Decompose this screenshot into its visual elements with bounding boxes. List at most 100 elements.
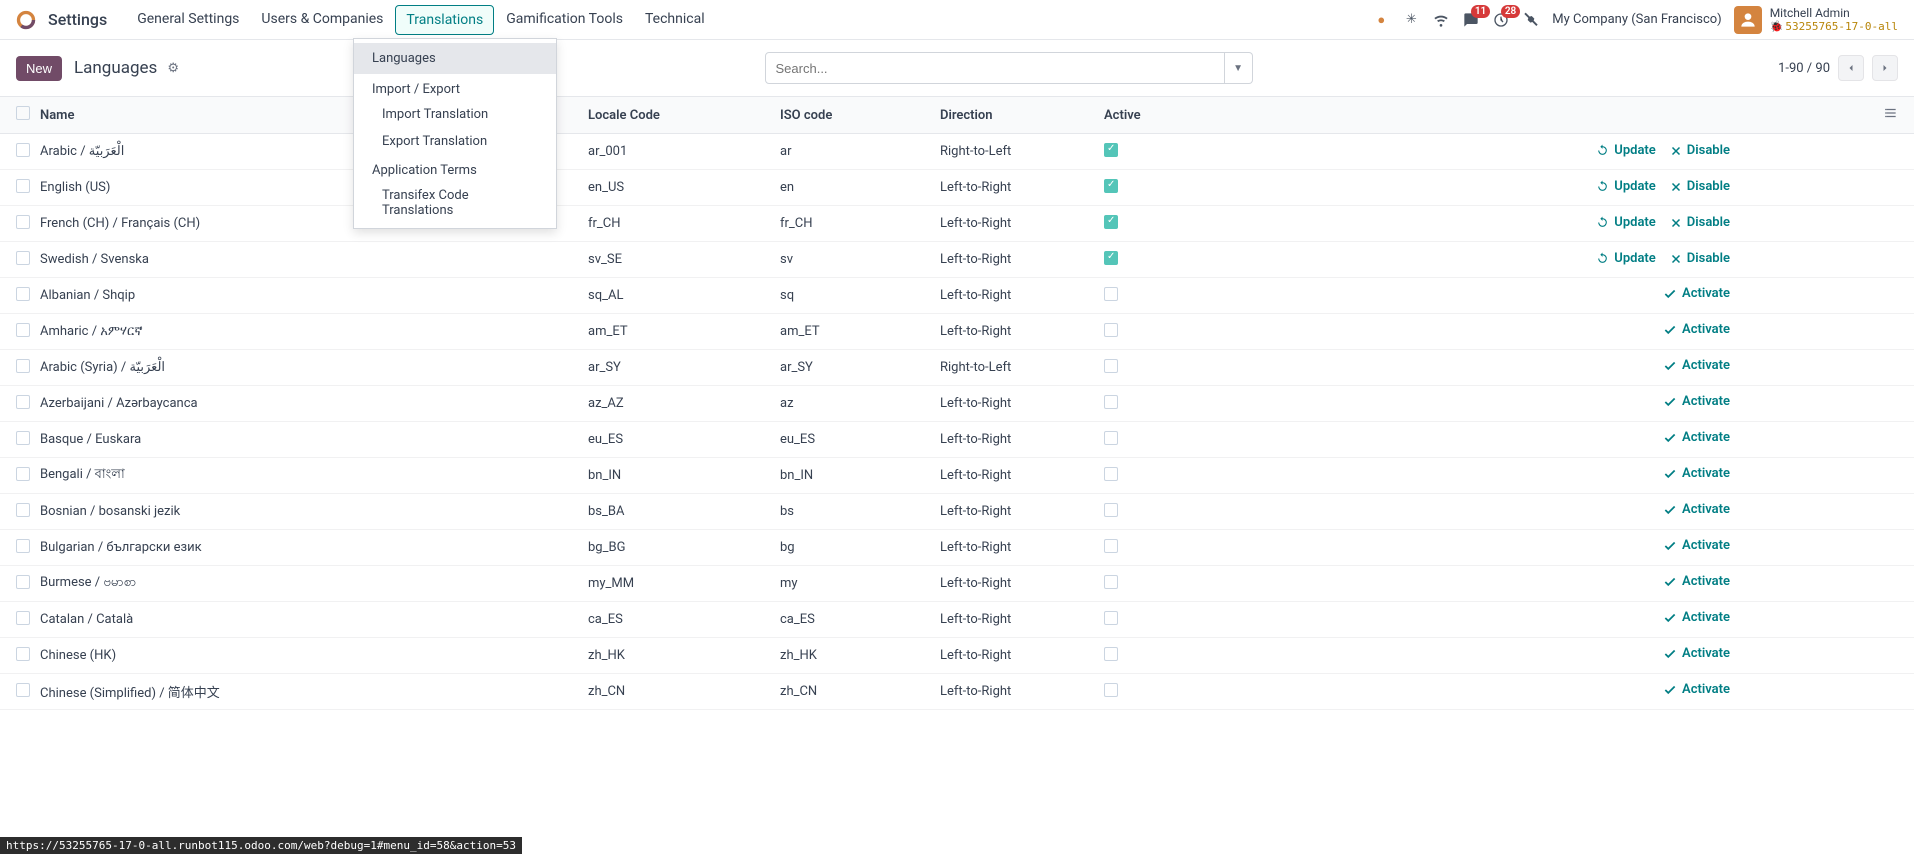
row-checkbox[interactable]	[16, 323, 30, 337]
activate-button[interactable]: Activate	[1663, 646, 1730, 661]
row-checkbox[interactable]	[16, 215, 30, 229]
row-checkbox[interactable]	[16, 395, 30, 409]
table-row[interactable]: French (CH) / Français (CH)fr_CHfr_CHLef…	[0, 206, 1914, 242]
disable-button[interactable]: Disable	[1670, 179, 1730, 194]
nav-item-users-companies[interactable]: Users & Companies	[251, 5, 393, 35]
table-row[interactable]: Arabic (Syria) / الْعَرَبيّةar_SYar_SYRi…	[0, 350, 1914, 386]
pager-next[interactable]	[1872, 55, 1898, 81]
active-checkbox[interactable]	[1104, 251, 1118, 265]
col-dir[interactable]: Direction	[940, 108, 1104, 123]
pager-prev[interactable]	[1838, 55, 1864, 81]
row-checkbox[interactable]	[16, 251, 30, 265]
row-checkbox[interactable]	[16, 503, 30, 517]
table-row[interactable]: Bosnian / bosanski jezikbs_BAbsLeft-to-R…	[0, 494, 1914, 530]
messages-icon[interactable]: 11	[1462, 11, 1480, 29]
row-checkbox[interactable]	[16, 467, 30, 481]
tools-icon[interactable]	[1522, 11, 1540, 29]
app-logo-icon[interactable]	[16, 10, 36, 30]
update-button[interactable]: Update	[1596, 215, 1656, 230]
active-checkbox[interactable]	[1104, 215, 1118, 229]
search-toggle[interactable]: ▼	[1225, 52, 1253, 84]
table-row[interactable]: Catalan / Catalàca_ESca_ESLeft-to-RightA…	[0, 602, 1914, 638]
search-input[interactable]	[765, 52, 1225, 84]
nav-item-translations[interactable]: Translations	[395, 5, 494, 35]
col-iso[interactable]: ISO code	[780, 108, 940, 123]
dropdown-import-translation[interactable]: Import Translation	[354, 101, 556, 128]
col-active[interactable]: Active	[1104, 108, 1244, 123]
table-row[interactable]: Arabic / الْعَرَبيّةar_001arRight-to-Lef…	[0, 134, 1914, 170]
activity-icon[interactable]: 28	[1492, 11, 1510, 29]
app-name[interactable]: Settings	[48, 10, 107, 29]
user-menu[interactable]: Mitchell Admin 🐞 53255765-17-0-all	[1734, 6, 1898, 34]
active-checkbox[interactable]	[1104, 467, 1118, 481]
activate-button[interactable]: Activate	[1663, 322, 1730, 337]
activate-button[interactable]: Activate	[1663, 538, 1730, 553]
table-row[interactable]: Bengali / বাংলাbn_INbn_INLeft-to-RightAc…	[0, 458, 1914, 494]
active-checkbox[interactable]	[1104, 359, 1118, 373]
table-row[interactable]: Azerbaijani / Azərbaycancaaz_AZazLeft-to…	[0, 386, 1914, 422]
table-row[interactable]: Amharic / አምሃርኛam_ETam_ETLeft-to-RightAc…	[0, 314, 1914, 350]
active-checkbox[interactable]	[1104, 647, 1118, 661]
row-checkbox[interactable]	[16, 683, 30, 697]
active-checkbox[interactable]	[1104, 287, 1118, 301]
active-checkbox[interactable]	[1104, 539, 1118, 553]
row-checkbox[interactable]	[16, 287, 30, 301]
nav-item-general-settings[interactable]: General Settings	[127, 5, 249, 35]
activate-button[interactable]: Activate	[1663, 286, 1730, 301]
active-checkbox[interactable]	[1104, 575, 1118, 589]
status-dot-icon[interactable]: ●	[1372, 11, 1390, 29]
company-switcher[interactable]: My Company (San Francisco)	[1552, 12, 1721, 27]
row-checkbox[interactable]	[16, 575, 30, 589]
active-checkbox[interactable]	[1104, 395, 1118, 409]
nav-item-technical[interactable]: Technical	[635, 5, 715, 35]
activate-button[interactable]: Activate	[1663, 466, 1730, 481]
row-checkbox[interactable]	[16, 647, 30, 661]
disable-button[interactable]: Disable	[1670, 251, 1730, 266]
table-row[interactable]: Swedish / Svenskasv_SEsvLeft-to-RightUpd…	[0, 242, 1914, 278]
bug-icon[interactable]: ✳	[1402, 11, 1420, 29]
optional-columns-icon[interactable]	[1884, 108, 1898, 124]
row-checkbox[interactable]	[16, 179, 30, 193]
disable-button[interactable]: Disable	[1670, 215, 1730, 230]
active-checkbox[interactable]	[1104, 431, 1118, 445]
update-button[interactable]: Update	[1596, 143, 1656, 158]
cell-name: Bulgarian / български език	[40, 540, 588, 555]
row-checkbox[interactable]	[16, 539, 30, 553]
select-all-checkbox[interactable]	[16, 106, 30, 120]
disable-button[interactable]: Disable	[1670, 143, 1730, 158]
row-checkbox[interactable]	[16, 431, 30, 445]
dropdown-languages[interactable]: Languages	[354, 43, 556, 74]
active-checkbox[interactable]	[1104, 323, 1118, 337]
new-button[interactable]: New	[16, 56, 62, 81]
activate-button[interactable]: Activate	[1663, 610, 1730, 625]
col-locale[interactable]: Locale Code	[588, 108, 780, 123]
nav-item-gamification-tools[interactable]: Gamification Tools	[496, 5, 633, 35]
activate-button[interactable]: Activate	[1663, 502, 1730, 517]
active-checkbox[interactable]	[1104, 179, 1118, 193]
active-checkbox[interactable]	[1104, 611, 1118, 625]
table-row[interactable]: Bulgarian / български езикbg_BGbgLeft-to…	[0, 530, 1914, 566]
activate-button[interactable]: Activate	[1663, 394, 1730, 409]
gear-icon[interactable]: ⚙	[167, 61, 179, 76]
dropdown-export-translation[interactable]: Export Translation	[354, 128, 556, 155]
update-button[interactable]: Update	[1596, 179, 1656, 194]
update-button[interactable]: Update	[1596, 251, 1656, 266]
activate-button[interactable]: Activate	[1663, 682, 1730, 697]
dropdown-transifex[interactable]: Transifex Code Translations	[354, 182, 556, 224]
table-row[interactable]: Chinese (HK)zh_HKzh_HKLeft-to-RightActiv…	[0, 638, 1914, 674]
table-row[interactable]: Burmese / ဗမာစာmy_MMmyLeft-to-RightActiv…	[0, 566, 1914, 602]
activate-button[interactable]: Activate	[1663, 574, 1730, 589]
table-row[interactable]: Chinese (Simplified) / 简体中文zh_CNzh_CNLef…	[0, 674, 1914, 710]
activate-button[interactable]: Activate	[1663, 358, 1730, 373]
table-row[interactable]: English (US)en_USenLeft-to-RightUpdateDi…	[0, 170, 1914, 206]
wifi-icon[interactable]	[1432, 11, 1450, 29]
activate-button[interactable]: Activate	[1663, 430, 1730, 445]
row-checkbox[interactable]	[16, 143, 30, 157]
row-checkbox[interactable]	[16, 611, 30, 625]
active-checkbox[interactable]	[1104, 143, 1118, 157]
active-checkbox[interactable]	[1104, 683, 1118, 697]
table-row[interactable]: Basque / Euskaraeu_ESeu_ESLeft-to-RightA…	[0, 422, 1914, 458]
row-checkbox[interactable]	[16, 359, 30, 373]
active-checkbox[interactable]	[1104, 503, 1118, 517]
table-row[interactable]: Albanian / Shqipsq_ALsqLeft-to-RightActi…	[0, 278, 1914, 314]
